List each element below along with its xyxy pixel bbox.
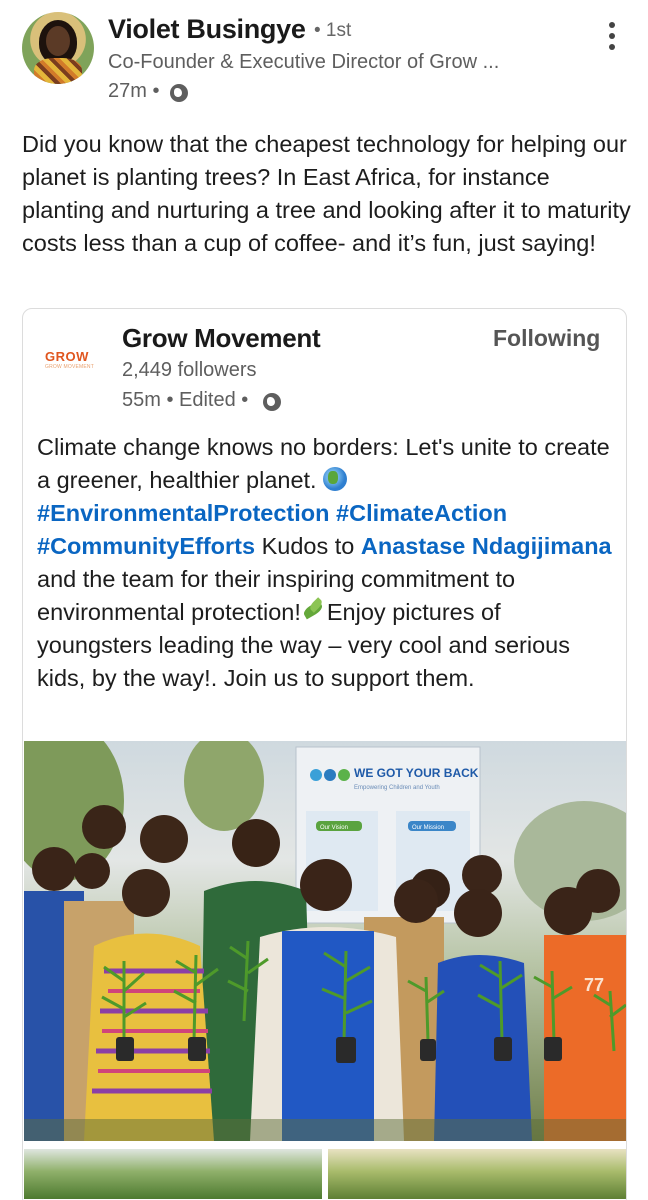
logo-text: GROW	[45, 349, 89, 364]
hashtag-environmental-protection[interactable]: #EnvironmentalProtection	[37, 500, 330, 526]
child-head	[394, 879, 438, 923]
reshare-text: Climate change knows no borders: Let's u…	[37, 431, 617, 695]
photo-thumbnail[interactable]	[24, 1149, 322, 1199]
avatar-body	[34, 58, 82, 84]
banner-figure	[310, 769, 322, 781]
child-head	[122, 869, 170, 917]
connection-degree: • 1st	[314, 20, 352, 41]
more-dot	[609, 44, 615, 50]
author-name[interactable]: Violet Busingye	[108, 14, 306, 45]
company-logo[interactable]: GROW GROW MOVEMENT	[45, 349, 103, 379]
post-time: 27m •	[108, 80, 160, 102]
banner-subtitle: Empowering Children and Youth	[354, 785, 440, 791]
herb-emoji-icon	[301, 599, 327, 623]
child-head	[462, 855, 502, 895]
child-head	[232, 819, 280, 867]
ground	[24, 1119, 626, 1141]
child-head	[576, 869, 620, 913]
reshared-post-card[interactable]: GROW GROW MOVEMENT Grow Movement 2,449 f…	[22, 308, 627, 1200]
post-header: Violet Busingye • 1st Co-Founder & Execu…	[0, 0, 648, 112]
globe-icon	[263, 393, 281, 411]
child-body	[434, 955, 532, 1141]
globe-icon	[170, 84, 188, 102]
following-button[interactable]: Following	[493, 325, 600, 352]
tree-foliage	[184, 741, 264, 831]
child-head	[82, 805, 126, 849]
banner-mission-label: Our Mission	[412, 825, 444, 831]
reshare-time: 55m • Edited •	[122, 389, 249, 411]
child-head	[454, 889, 502, 937]
banner-figure	[324, 769, 336, 781]
more-icon[interactable]	[600, 20, 624, 52]
photo-thumbnails	[24, 1149, 626, 1199]
child-head	[74, 853, 110, 889]
author-headline: Co-Founder & Executive Director of Grow …	[108, 51, 500, 73]
mention-link[interactable]: Anastase Ndagijimana	[361, 533, 612, 559]
post-photo[interactable]: WE GOT YOUR BACK Empowering Children and…	[24, 741, 626, 1141]
author-avatar[interactable]	[22, 12, 94, 84]
hashtag-community-efforts[interactable]: #CommunityEfforts	[37, 533, 255, 559]
logo-subtext: GROW MOVEMENT	[45, 364, 94, 370]
banner-title: WE GOT YOUR BACK	[354, 766, 479, 780]
hashtag-climate-action[interactable]: #ClimateAction	[336, 500, 507, 526]
shirt-text: 77	[584, 975, 604, 995]
follower-count: 2,449 followers	[122, 359, 257, 381]
child-head	[300, 859, 352, 911]
photo-illustration: WE GOT YOUR BACK Empowering Children and…	[24, 741, 626, 1141]
company-name[interactable]: Grow Movement	[122, 323, 321, 354]
child-head	[32, 847, 76, 891]
child-tunic	[282, 931, 374, 1141]
banner-vision-label: Our Vision	[320, 825, 348, 831]
reshare-text-2: Kudos to	[255, 533, 361, 559]
banner-figure	[338, 769, 350, 781]
avatar-face	[46, 26, 70, 56]
post-text: Did you know that the cheapest technolog…	[22, 131, 631, 256]
more-dot	[609, 33, 615, 39]
earth-emoji-icon	[323, 467, 348, 491]
more-dot	[609, 22, 615, 28]
child-head	[140, 815, 188, 863]
photo-thumbnail[interactable]	[328, 1149, 626, 1199]
